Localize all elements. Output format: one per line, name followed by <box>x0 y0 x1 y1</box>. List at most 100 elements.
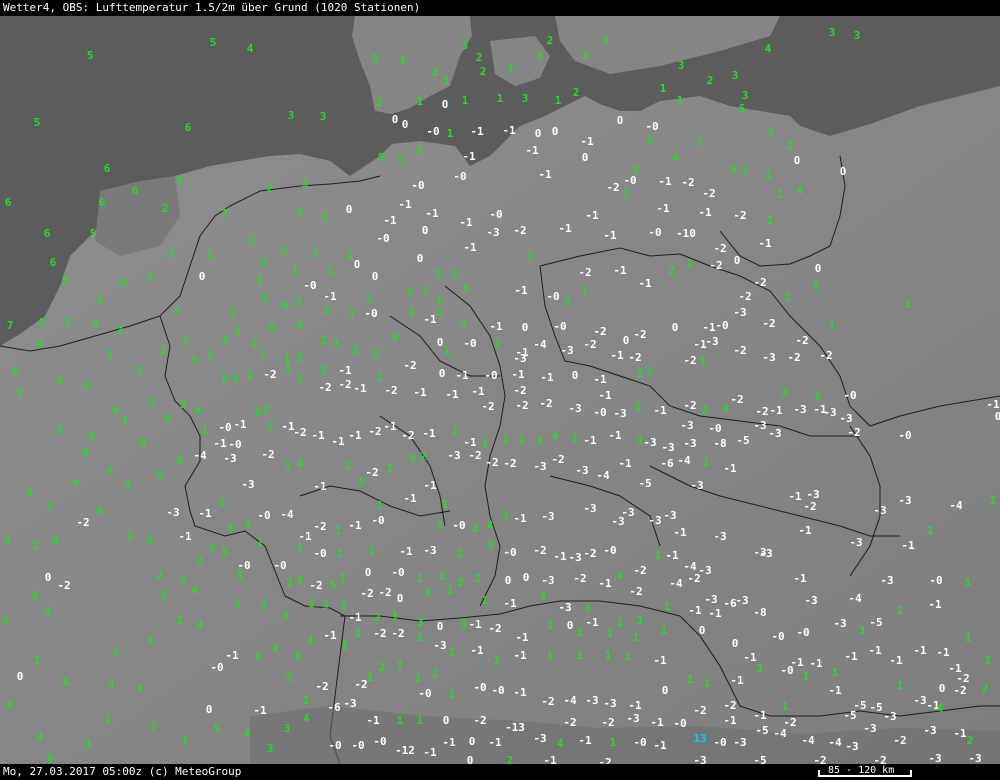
station-value: -1 <box>422 427 436 440</box>
station-value: 0 <box>442 98 449 111</box>
station-value: 1 <box>927 524 934 537</box>
station-value: -1 <box>213 437 227 450</box>
station-value: 5 <box>373 348 380 361</box>
station-value: 1 <box>392 610 399 623</box>
station-value: 5 <box>378 151 385 164</box>
station-value: -2 <box>819 349 832 362</box>
station-value: 3 <box>322 599 329 612</box>
station-value: -1 <box>311 429 325 442</box>
station-value: -2 <box>485 456 498 469</box>
station-value: 5 <box>255 406 262 419</box>
station-value: -1 <box>585 616 599 629</box>
station-value: 5 <box>410 452 417 465</box>
station-value: 2 <box>177 614 184 627</box>
station-value: -1 <box>673 526 687 539</box>
station-value: -1 <box>281 420 295 433</box>
temperature-map[interactable]: 5545633656666522232101033213223323334332… <box>0 16 1000 769</box>
station-value: -2 <box>401 429 414 442</box>
station-value: 3 <box>182 335 189 348</box>
station-value: -2 <box>733 209 746 222</box>
station-value: 2 <box>647 134 654 147</box>
station-value: -2 <box>723 699 736 712</box>
station-value: -1 <box>618 457 632 470</box>
station-value: -1 <box>665 549 679 562</box>
station-value: 2 <box>374 611 381 624</box>
station-value: 0 <box>552 125 559 138</box>
station-value: -2 <box>578 266 591 279</box>
station-value: -2 <box>730 393 743 406</box>
scale-tick-right <box>910 770 912 777</box>
station-value: -1 <box>653 654 667 667</box>
station-value: 3 <box>372 52 379 65</box>
station-value: 1 <box>182 734 189 747</box>
station-value: 1 <box>432 667 439 680</box>
station-value: 4 <box>282 299 289 312</box>
station-value: 0 <box>623 334 630 347</box>
station-value: -1 <box>455 369 469 382</box>
station-value: -3 <box>863 722 876 735</box>
station-value: -2 <box>384 384 397 397</box>
station-value: 6 <box>89 429 96 442</box>
station-value: 4 <box>73 476 80 489</box>
scale-tick-left <box>818 770 820 777</box>
station-value: 3 <box>854 29 861 42</box>
station-value: 0 <box>443 714 450 727</box>
station-value: 6 <box>97 504 104 517</box>
station-value: -3 <box>585 694 598 707</box>
station-value: -1 <box>889 654 903 667</box>
station-value: -3 <box>513 352 526 365</box>
station-value: -2 <box>473 714 486 727</box>
station-value: 1 <box>985 654 992 667</box>
station-value: 0 <box>505 574 512 587</box>
station-value: 4 <box>197 619 204 632</box>
station-value: -2 <box>263 368 276 381</box>
station-value: 2 <box>180 574 187 587</box>
station-value: 2 <box>573 86 580 99</box>
station-value: -0 <box>929 574 942 587</box>
station-value: 1 <box>990 494 997 507</box>
station-value: 3 <box>732 69 739 82</box>
station-value: -3 <box>447 449 460 462</box>
station-value: 1 <box>219 496 226 509</box>
station-value: 2 <box>107 348 114 361</box>
station-value: -0 <box>426 125 439 138</box>
station-value: -1 <box>198 507 212 520</box>
station-value: 5 <box>815 390 822 403</box>
station-value: 2 <box>565 295 572 308</box>
station-value: 3 <box>537 49 544 62</box>
station-value: -3 <box>839 412 852 425</box>
station-value: 1 <box>247 234 254 247</box>
station-value: -3 <box>762 351 775 364</box>
station-value: 4 <box>557 737 564 750</box>
station-value: -2 <box>488 622 501 635</box>
station-value: 7 <box>263 404 270 417</box>
station-value: 3 <box>234 325 241 338</box>
station-value: 7 <box>150 721 157 734</box>
station-value: -2 <box>503 457 516 470</box>
station-value: 3 <box>457 576 464 589</box>
station-value: -0 <box>351 739 364 752</box>
station-value: -1 <box>650 716 664 729</box>
station-value: -3 <box>733 306 746 319</box>
station-value: -3 <box>626 712 639 725</box>
station-value: -3 <box>928 752 941 764</box>
station-value: 1 <box>355 627 362 640</box>
station-value: 1 <box>337 547 344 560</box>
station-value: 4 <box>303 712 310 725</box>
station-value: 3 <box>320 364 327 377</box>
station-value: -2 <box>391 627 404 640</box>
station-value: 5 <box>87 49 94 62</box>
station-value: 0 <box>617 114 624 127</box>
station-value: 0 <box>734 254 741 267</box>
station-value: 5 <box>739 102 746 115</box>
station-value: -3 <box>804 594 817 607</box>
station-value: -1 <box>788 490 802 503</box>
station-value: -3 <box>223 452 236 465</box>
station-value: 5 <box>157 469 164 482</box>
station-value: -2 <box>513 224 526 237</box>
station-value: 4 <box>82 446 89 459</box>
station-value: -2 <box>693 704 706 717</box>
station-value: 6 <box>44 227 51 240</box>
station-value: -1 <box>928 598 942 611</box>
station-value: 3 <box>180 398 187 411</box>
